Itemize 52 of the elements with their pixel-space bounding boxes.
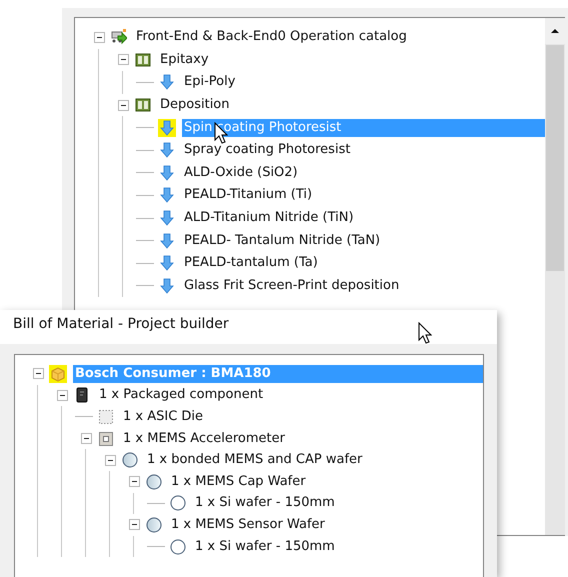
- book-icon: [134, 96, 152, 114]
- window-title: Bill of Material - Project builder: [13, 316, 229, 332]
- down-arrow-icon: [158, 118, 176, 137]
- tree-item[interactable]: PEALD-Titanium (Ti): [182, 186, 314, 204]
- die-icon: [97, 408, 115, 426]
- tree-item[interactable]: Epi-Poly: [182, 73, 238, 92]
- circle-icon: [169, 538, 187, 556]
- tree-item[interactable]: 1 x MEMS Cap Wafer: [169, 472, 308, 491]
- tree-item[interactable]: Glass Frit Screen-Print deposition: [182, 276, 402, 295]
- collapse-toggle[interactable]: [56, 390, 68, 401]
- scrollbar[interactable]: [545, 18, 565, 535]
- collapse-toggle[interactable]: [118, 54, 128, 66]
- cart-icon: [110, 28, 128, 46]
- tree-item[interactable]: Spray coating Photoresist: [182, 141, 352, 160]
- scroll-thumb[interactable]: [546, 45, 564, 271]
- square-icon: [97, 430, 115, 448]
- down-arrow-icon: [158, 209, 176, 228]
- book-icon: [134, 50, 152, 69]
- collapse-toggle[interactable]: [104, 454, 116, 466]
- tree-item[interactable]: PEALD- Tantalum Nitride (TaN): [182, 232, 382, 250]
- scroll-up-button[interactable]: [545, 18, 565, 44]
- collapse-toggle[interactable]: [32, 368, 44, 380]
- disc-icon: [121, 451, 139, 470]
- circle-icon: [169, 494, 187, 512]
- down-arrow-icon: [158, 73, 176, 92]
- down-arrow-icon: [158, 164, 176, 182]
- cube-icon: [49, 364, 67, 383]
- tree-item[interactable]: Epitaxy: [158, 50, 211, 69]
- tree-item[interactable]: 1 x Si wafer - 150mm: [193, 538, 337, 556]
- disc-icon: [145, 516, 163, 534]
- disc-icon: [145, 472, 163, 491]
- tree-item[interactable]: 1 x Si wafer - 150mm: [193, 494, 337, 512]
- down-arrow-icon: [158, 186, 176, 204]
- tree-item[interactable]: Deposition: [158, 96, 232, 114]
- collapse-toggle[interactable]: [128, 519, 140, 530]
- tree-item[interactable]: ALD-Titanium Nitride (TiN): [182, 209, 356, 228]
- tree-item[interactable]: 1 x Packaged component: [97, 386, 266, 404]
- collapse-toggle[interactable]: [128, 476, 140, 488]
- down-arrow-icon: [158, 276, 176, 295]
- collapse-toggle[interactable]: [80, 433, 92, 444]
- tree-item[interactable]: 1 x bonded MEMS and CAP wafer: [145, 451, 364, 470]
- tree-item[interactable]: 1 x MEMS Sensor Wafer: [169, 516, 327, 534]
- down-arrow-icon: [158, 232, 176, 250]
- collapse-toggle[interactable]: [94, 32, 104, 43]
- down-arrow-icon: [158, 254, 176, 272]
- tree-item[interactable]: PEALD-tantalum (Ta): [182, 254, 320, 272]
- tree-item[interactable]: 1 x MEMS Accelerometer: [121, 430, 287, 448]
- tree-item[interactable]: ALD-Oxide (SiO2): [182, 164, 300, 182]
- down-arrow-icon: [158, 141, 176, 160]
- tree-item[interactable]: 1 x ASIC Die: [121, 408, 206, 426]
- tree-item[interactable]: Front-End & Back-End0 Operation catalog: [134, 28, 409, 46]
- collapse-toggle[interactable]: [118, 100, 128, 111]
